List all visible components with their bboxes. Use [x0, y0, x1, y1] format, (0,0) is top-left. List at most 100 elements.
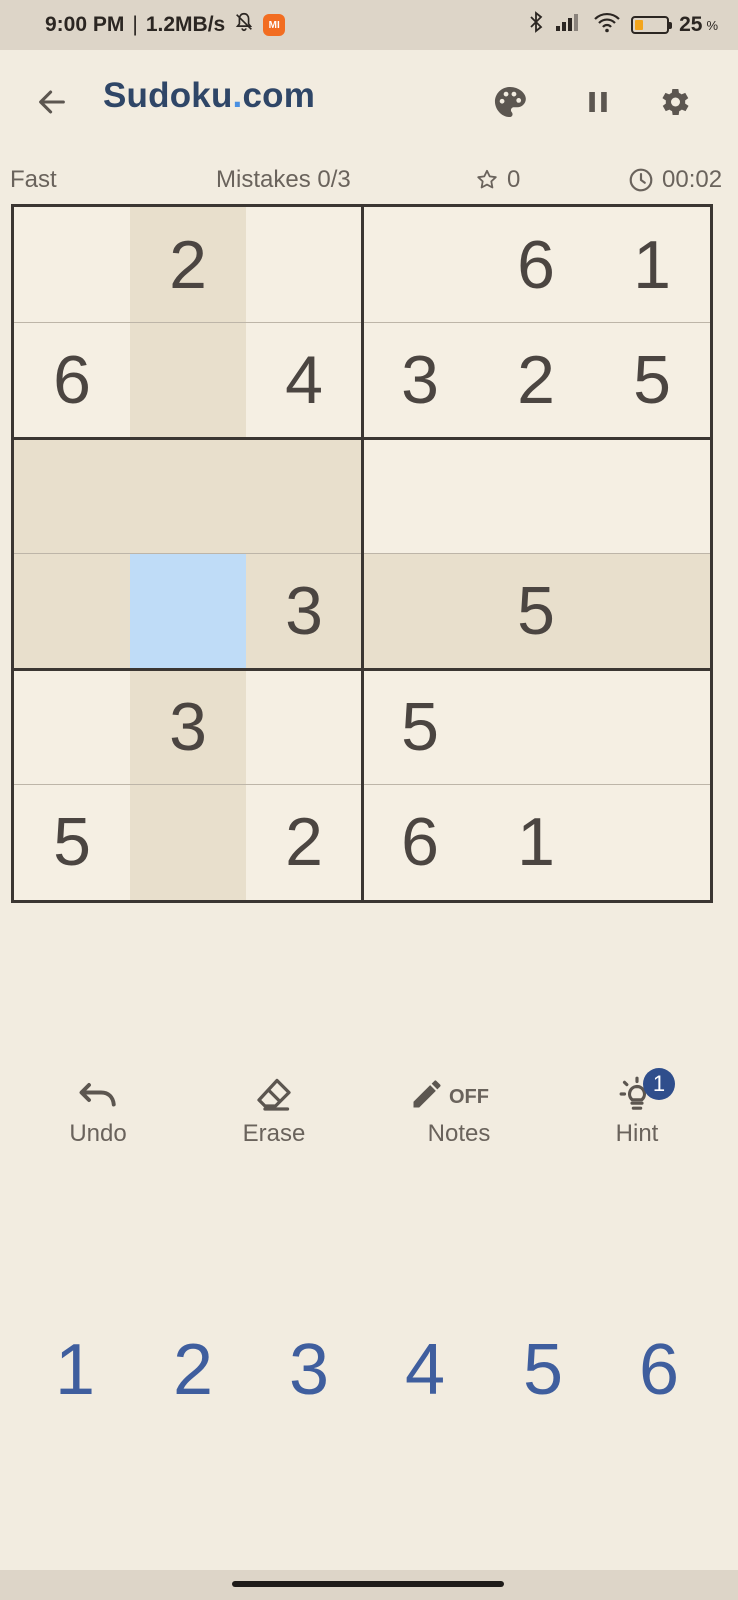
back-button[interactable]: [30, 80, 74, 124]
board-cell[interactable]: [594, 553, 710, 669]
status-bar: 9:00 PM | 1.2MB/s MI 25 %: [0, 0, 738, 50]
board-cell[interactable]: [246, 438, 362, 554]
notes-button[interactable]: OFF Notes: [394, 1072, 524, 1162]
grid-line-vertical: [246, 207, 247, 900]
theme-button[interactable]: [488, 80, 532, 124]
board-cell[interactable]: [14, 669, 130, 785]
hint-count-badge: 1: [643, 1068, 675, 1100]
board-cell[interactable]: [130, 438, 246, 554]
numpad-key-1[interactable]: 1: [35, 1320, 115, 1420]
grid-line-vertical: [130, 207, 131, 900]
undo-button[interactable]: Undo: [33, 1072, 163, 1162]
eraser-icon: [257, 1078, 291, 1111]
erase-button[interactable]: Erase: [209, 1072, 339, 1162]
board-cell[interactable]: [478, 438, 594, 554]
board-cell[interactable]: [14, 553, 130, 669]
pause-button[interactable]: [576, 80, 620, 124]
status-separator: |: [132, 13, 138, 36]
score-value: 0: [507, 166, 521, 193]
notes-icon-wrap: OFF: [409, 1072, 509, 1116]
star-icon: [477, 169, 497, 189]
board-cell[interactable]: [14, 438, 130, 554]
system-nav-bar: [0, 1570, 738, 1600]
clock-icon: [629, 168, 653, 192]
board-cell[interactable]: 6: [362, 785, 478, 901]
app-header: Sudoku.com: [0, 50, 738, 154]
board-cell[interactable]: 3: [130, 669, 246, 785]
board-cell[interactable]: 5: [594, 323, 710, 439]
hint-button[interactable]: 1 Hint: [572, 1068, 702, 1162]
board-cell[interactable]: 3: [362, 323, 478, 439]
board-cell[interactable]: [246, 207, 362, 323]
board-cell[interactable]: [246, 669, 362, 785]
undo-icon-wrap: [77, 1072, 119, 1116]
board-cell[interactable]: 4: [246, 323, 362, 439]
battery-level: 25: [679, 13, 703, 36]
grid-line-vertical: [594, 207, 595, 900]
number-pad: 1 2 3 4 5 6: [0, 1320, 738, 1420]
board-cell[interactable]: [130, 553, 246, 669]
undo-icon: [79, 1083, 116, 1107]
timer-value: 00:02: [662, 166, 723, 193]
board-cell[interactable]: [14, 207, 130, 323]
back-arrow-icon: [39, 90, 65, 114]
board-cell[interactable]: 5: [478, 553, 594, 669]
numpad-key-4[interactable]: 4: [385, 1320, 465, 1420]
board-cell[interactable]: 5: [14, 785, 130, 901]
wifi-icon: [593, 11, 621, 39]
board-cell[interactable]: [130, 322, 246, 438]
board-cell[interactable]: [362, 553, 478, 669]
battery-icon: [631, 16, 673, 34]
board-cell[interactable]: 5: [362, 669, 478, 785]
gear-icon: [662, 88, 689, 116]
palette-icon: [494, 86, 526, 118]
board-cell[interactable]: 1: [478, 785, 594, 901]
status-speed: 1.2MB/s: [145, 13, 226, 36]
board-cell[interactable]: [594, 669, 710, 785]
board-cell[interactable]: [362, 207, 478, 323]
board-cell[interactable]: 2: [246, 785, 362, 901]
numpad-key-6[interactable]: 6: [619, 1320, 699, 1420]
board-cell[interactable]: [594, 785, 710, 901]
timer: 00:02: [628, 166, 722, 194]
status-right: 25 %: [527, 0, 718, 50]
board-cell[interactable]: 2: [130, 207, 246, 323]
board-cell[interactable]: [594, 438, 710, 554]
erase-label: Erase: [242, 1120, 306, 1147]
title-prefix: Sudoku: [103, 76, 233, 115]
app-notification-icon: MI: [263, 14, 286, 36]
grid-line-vertical: [360, 207, 364, 900]
board-cell[interactable]: [130, 784, 246, 900]
status-left: 9:00 PM | 1.2MB/s MI: [45, 0, 286, 50]
numpad-key-2[interactable]: 2: [153, 1320, 233, 1420]
board-cell[interactable]: 6: [14, 323, 130, 439]
battery-fill: [635, 20, 644, 30]
board-cell[interactable]: [362, 438, 478, 554]
pencil-icon: [413, 1080, 441, 1108]
board-cell[interactable]: 6: [478, 207, 594, 323]
settings-button[interactable]: [652, 80, 696, 124]
pause-icon: [589, 92, 607, 112]
bell-muted-icon: [233, 11, 255, 39]
status-time: 9:00 PM: [45, 13, 125, 36]
board-cell[interactable]: 2: [478, 323, 594, 439]
board-cell[interactable]: 3: [246, 553, 362, 669]
numpad-key-5[interactable]: 5: [503, 1320, 583, 1420]
grid-line-vertical: [478, 207, 479, 900]
numpad-key-3[interactable]: 3: [269, 1320, 349, 1420]
board-cell[interactable]: 1: [594, 207, 710, 323]
erase-icon-wrap: [254, 1072, 294, 1116]
mistakes-counter: Mistakes 0/3: [216, 166, 351, 193]
title-suffix: com: [242, 76, 316, 115]
game-info-row: Fast Mistakes 0/3 0 00:02: [0, 156, 738, 202]
board-cell[interactable]: [478, 669, 594, 785]
battery-unit: %: [706, 17, 718, 33]
score: 0: [475, 166, 520, 194]
bluetooth-icon: [527, 10, 545, 40]
notes-label: Notes: [427, 1120, 491, 1147]
signal-icon: [555, 12, 583, 38]
sudoku-board: 2616432535355261: [11, 204, 713, 903]
home-indicator[interactable]: [232, 1581, 504, 1587]
undo-label: Undo: [69, 1120, 127, 1147]
notes-state: OFF: [449, 1086, 489, 1108]
